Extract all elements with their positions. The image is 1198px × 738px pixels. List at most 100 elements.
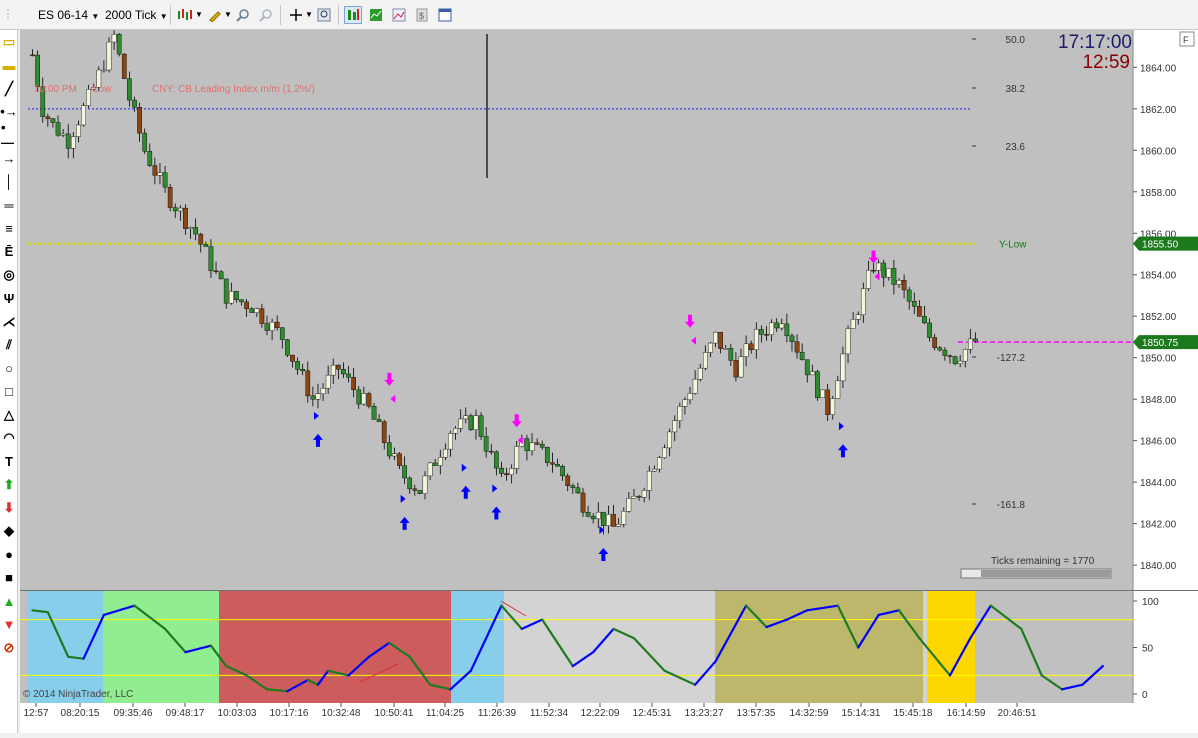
ray-icon[interactable]: •→ xyxy=(0,104,18,120)
chart-style-icon[interactable] xyxy=(176,6,194,24)
chevron-down-icon[interactable]: ▼ xyxy=(224,6,232,24)
candle xyxy=(285,339,290,356)
ticks-progress-fill xyxy=(981,570,1110,577)
candle xyxy=(544,447,550,463)
templates-icon[interactable] xyxy=(436,6,454,24)
candle xyxy=(142,132,148,152)
indicators-icon[interactable] xyxy=(367,6,385,24)
time-axis-label: 10:17:16 xyxy=(270,708,309,719)
ruler-icon[interactable]: ▭ xyxy=(1,34,17,50)
line-icon[interactable]: ╱ xyxy=(1,81,17,97)
candle xyxy=(234,291,239,300)
candle xyxy=(555,464,560,467)
extended-line-icon[interactable]: •— xyxy=(1,120,17,150)
text-icon[interactable]: T xyxy=(1,453,17,469)
toolbar-grip[interactable]: ⋮ xyxy=(3,6,13,24)
strategies-icon[interactable] xyxy=(344,6,362,24)
time-axis-label: 11:26:39 xyxy=(478,708,517,719)
arc-icon[interactable]: ◠ xyxy=(1,430,17,446)
horizontal-line-icon[interactable]: ═ xyxy=(1,197,17,213)
ellipse-icon[interactable]: ○ xyxy=(1,360,17,376)
vertical-line-icon[interactable]: │ xyxy=(1,174,17,190)
arrow-up-icon[interactable]: ⬆ xyxy=(1,477,17,493)
candle xyxy=(682,399,688,407)
andrews-pitchfork-icon[interactable]: Ψ xyxy=(1,290,17,306)
remove-drawings-icon[interactable]: ⊘ xyxy=(1,640,17,656)
candle xyxy=(641,490,647,498)
candle xyxy=(575,487,581,494)
candle xyxy=(815,371,820,399)
candle xyxy=(835,380,841,399)
candle xyxy=(662,447,667,458)
price-panel[interactable] xyxy=(20,30,1133,590)
fibonacci-circle-icon[interactable]: ◎ xyxy=(1,267,17,283)
zoom-in-icon[interactable] xyxy=(234,6,252,24)
time-axis-label: 13:23:27 xyxy=(685,708,724,719)
candle xyxy=(458,418,464,429)
candle xyxy=(325,374,331,389)
triangle-icon[interactable]: △ xyxy=(1,407,17,423)
candle xyxy=(437,457,443,466)
candle xyxy=(392,453,397,457)
chart-area[interactable]: 100 50 0 Y-Low 1864.00 1862.00 1860.00 1858.0… xyxy=(20,30,1198,733)
candle xyxy=(65,133,71,149)
candle xyxy=(973,338,978,342)
zoom-out-icon[interactable] xyxy=(257,6,275,24)
candle xyxy=(947,355,953,357)
fibonacci-retracement-icon[interactable]: ≡ xyxy=(1,220,17,236)
arrow-line-icon[interactable]: → xyxy=(1,151,17,167)
data-series-icon[interactable] xyxy=(390,6,408,24)
candle xyxy=(524,438,530,452)
period-selector[interactable]: 2000 Tick ▼ xyxy=(105,6,168,24)
candle xyxy=(274,321,280,328)
osc-axis-label: 100 xyxy=(1142,597,1159,608)
candle xyxy=(453,428,458,434)
y-low-price-tag-text: 1855.50 xyxy=(1142,240,1179,251)
gann-fan-icon[interactable]: ⋌ xyxy=(1,314,17,330)
candle xyxy=(550,462,555,465)
candle xyxy=(269,321,275,331)
arrow-down-icon[interactable]: ⬇ xyxy=(1,500,17,516)
candle xyxy=(346,373,351,378)
candle xyxy=(178,207,183,212)
candle xyxy=(427,462,433,477)
magnifier-icon[interactable] xyxy=(315,6,333,24)
fib-level-label: -161.8 xyxy=(997,500,1026,511)
dot-icon[interactable]: ● xyxy=(1,547,17,563)
drawing-tools-bar: ▭ ▬ ╱ •→ •— → │ ═ ≡ Ē ◎ Ψ ⋌ ⫽ ○ □ △ ◠ T ⬆ ⬇ ◆ ● ■ ▲ ▼ ⊘ xyxy=(0,30,18,733)
triangle-down-icon[interactable]: ▼ xyxy=(1,617,17,633)
chevron-down-icon[interactable]: ▼ xyxy=(195,6,203,24)
fibonacci-extension-icon[interactable]: Ē xyxy=(1,244,17,260)
regression-channel-icon[interactable]: ⫽ xyxy=(1,337,17,353)
instrument-selector[interactable]: ES 06-14 ▼ xyxy=(38,6,99,24)
candle xyxy=(708,342,713,353)
candle xyxy=(840,353,846,382)
candle xyxy=(172,207,178,212)
candle xyxy=(743,343,749,357)
chart-canvas[interactable]: 100 50 0 Y-Low 1864.00 1862.00 1860.00 1858.0… xyxy=(20,30,1198,733)
candle xyxy=(534,442,540,445)
crosshair-icon[interactable] xyxy=(287,6,305,24)
candle xyxy=(157,172,163,176)
risk-reward-icon[interactable]: ▬ xyxy=(1,57,17,73)
candle xyxy=(295,361,300,370)
candle xyxy=(830,398,836,415)
drawing-tool-icon[interactable] xyxy=(206,6,224,24)
candle xyxy=(35,54,40,87)
candle xyxy=(697,367,703,380)
candle xyxy=(810,371,815,376)
square-icon[interactable]: ■ xyxy=(1,570,17,586)
triangle-up-icon[interactable]: ▲ xyxy=(1,593,17,609)
chevron-down-icon[interactable]: ▼ xyxy=(305,6,313,24)
candle xyxy=(488,450,494,453)
candle xyxy=(183,207,188,229)
candle xyxy=(412,488,418,491)
instrument-label: ES 06-14 xyxy=(38,8,89,22)
candle xyxy=(886,268,892,278)
properties-icon[interactable]: $ xyxy=(413,6,431,24)
diamond-icon[interactable]: ◆ xyxy=(1,523,17,539)
candle xyxy=(483,436,489,452)
price-axis-label: 1854.00 xyxy=(1140,271,1177,282)
rectangle-icon[interactable]: □ xyxy=(1,384,17,400)
candle xyxy=(570,485,576,488)
